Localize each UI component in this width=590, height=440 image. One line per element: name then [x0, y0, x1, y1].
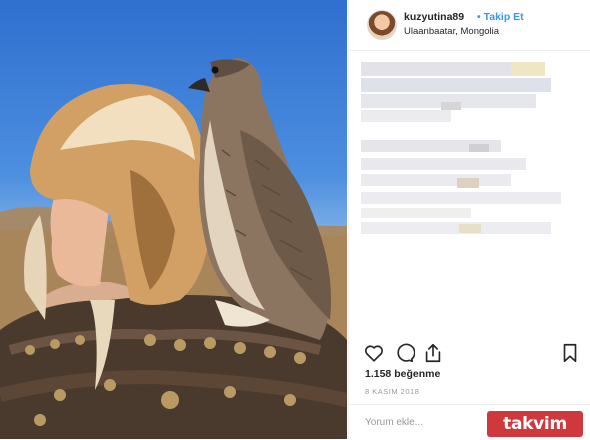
- blur-block: [511, 62, 545, 76]
- location-link[interactable]: Ulaanbaatar, Mongolia: [404, 26, 499, 37]
- blur-block: [361, 110, 451, 122]
- comment-icon[interactable]: [393, 342, 415, 364]
- comment-bar: Yorum ekle... takvim: [349, 404, 590, 440]
- comment-input[interactable]: Yorum ekle...: [365, 417, 423, 428]
- username-link[interactable]: kuzyutina89: [404, 11, 464, 23]
- blur-block: [361, 62, 511, 76]
- blur-block: [361, 158, 526, 170]
- heart-icon[interactable]: [363, 342, 385, 364]
- blur-block: [459, 224, 481, 233]
- share-icon[interactable]: [422, 342, 444, 364]
- post-sidebar: kuzyutina89 • Takip Et Ulaanbaatar, Mong…: [348, 0, 590, 439]
- post-actions: [349, 337, 590, 367]
- falcon-eye: [211, 66, 219, 74]
- follow-label: Takip Et: [483, 11, 524, 23]
- blur-block: [469, 144, 489, 152]
- blur-block: [441, 102, 461, 110]
- post-photo[interactable]: [0, 0, 347, 439]
- blur-block: [361, 208, 471, 218]
- blur-block: [361, 78, 551, 92]
- falcon-beak: [188, 78, 210, 92]
- takvim-watermark: takvim: [487, 411, 583, 437]
- follow-button[interactable]: • Takip Et: [477, 11, 524, 23]
- post-header: kuzyutina89 • Takip Et Ulaanbaatar, Mong…: [349, 0, 590, 51]
- blur-block: [361, 174, 511, 186]
- blur-block: [361, 222, 551, 234]
- follow-separator: •: [477, 11, 481, 23]
- blurred-caption: [349, 52, 590, 332]
- avatar[interactable]: [367, 10, 397, 40]
- post-date[interactable]: 8 KASIM 2018: [365, 387, 419, 396]
- likes-count[interactable]: 1.158 beğenme: [365, 368, 440, 380]
- photo-illustration: [0, 58, 347, 439]
- blur-block: [457, 178, 479, 188]
- bookmark-icon[interactable]: [559, 342, 581, 364]
- blur-block: [361, 192, 561, 204]
